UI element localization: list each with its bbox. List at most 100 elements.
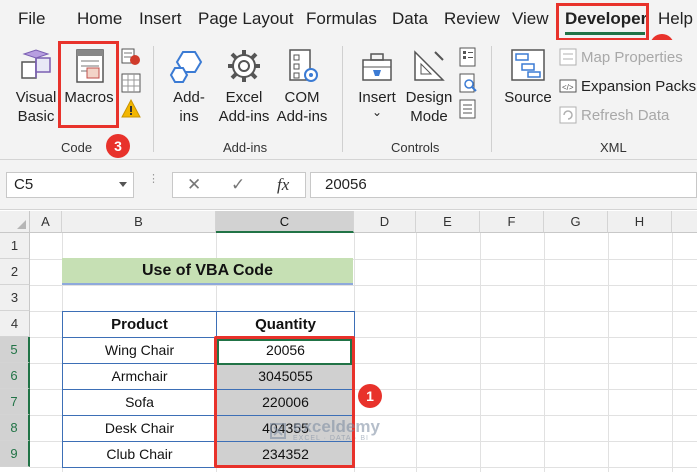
addins-button[interactable]: Add- ins (163, 46, 215, 126)
exceldemy-watermark: exceldemy EXCEL · DATA · BI (268, 417, 380, 442)
gridline (416, 233, 417, 472)
gridline (30, 285, 697, 286)
ribbon-separator (491, 46, 492, 152)
row-header-3[interactable]: 3 (0, 285, 30, 311)
row-header-6[interactable]: 6 (0, 363, 30, 389)
visual-basic-icon (21, 49, 51, 79)
visual-basic-label: Visual Basic (15, 89, 57, 125)
menu-view[interactable]: View (512, 9, 549, 29)
excel-addins-button[interactable]: Excel Add-ins (216, 46, 272, 126)
formula-value: 20056 (325, 176, 367, 193)
properties-icon[interactable] (458, 47, 478, 67)
source-label: Source (504, 89, 552, 106)
row-header-9[interactable]: 9 (0, 441, 30, 467)
watermark-tagline: EXCEL · DATA · BI (293, 435, 369, 442)
map-properties-icon (559, 48, 577, 66)
insert-dropdown-arrow: ⌄ (371, 105, 383, 119)
menu-insert[interactable]: Insert (139, 9, 182, 29)
menu-data[interactable]: Data (392, 9, 428, 29)
refresh-data-button[interactable]: Refresh Data (559, 106, 669, 124)
quantity-selection-highlight (214, 336, 355, 468)
name-box[interactable]: C5 (6, 172, 134, 198)
formula-buttons: ✕ ✓ fx (172, 172, 306, 198)
menu-file[interactable]: File (18, 9, 45, 29)
column-header-e[interactable]: E (416, 211, 480, 233)
step-badge-3: 3 (106, 134, 130, 158)
row-header-8[interactable]: 8 (0, 415, 30, 441)
column-header-f[interactable]: F (480, 211, 544, 233)
column-header-h[interactable]: H (608, 211, 672, 233)
menu-review[interactable]: Review (444, 9, 500, 29)
menu-home[interactable]: Home (77, 9, 122, 29)
ribbon-separator (342, 46, 343, 152)
com-addins-icon (289, 49, 318, 82)
macros-highlight-box (58, 41, 119, 128)
toolbox-icon (362, 53, 392, 81)
table-cell-product[interactable]: Armchair (62, 363, 217, 390)
xml-group-label: XML (600, 140, 627, 155)
cancel-icon[interactable]: ✕ (187, 175, 201, 195)
watermark-name: exceldemy (293, 417, 380, 436)
table-cell-product[interactable]: Wing Chair (62, 337, 217, 364)
design-mode-icon (414, 50, 445, 81)
com-addins-button[interactable]: COM Add-ins (273, 46, 331, 126)
visual-basic-button[interactable]: Visual Basic (10, 46, 62, 126)
select-all-button[interactable] (0, 211, 30, 233)
gear-icon (228, 50, 260, 82)
design-mode-button[interactable]: Design Mode (403, 46, 455, 126)
expansion-packs-button[interactable]: </> Expansion Packs (559, 77, 696, 95)
menu-help[interactable]: Help (658, 9, 693, 29)
expansion-packs-icon: </> (559, 79, 577, 93)
chevron-down-icon[interactable] (119, 182, 127, 187)
spreadsheet-grid[interactable]: A B C D E F G H 1 2 3 4 5 6 7 8 9 Use of… (0, 211, 697, 472)
sheet-title-cell[interactable]: Use of VBA Code (62, 258, 353, 285)
row-header-2[interactable]: 2 (0, 259, 30, 285)
com-addins-label: COM Add-ins (276, 89, 328, 125)
macro-security-icon[interactable] (121, 99, 141, 119)
enter-icon[interactable]: ✓ (231, 175, 245, 195)
table-cell-product[interactable]: Club Chair (62, 441, 217, 468)
record-macro-icon[interactable] (121, 47, 141, 67)
addins-label: Add- ins (173, 89, 205, 125)
insert-function-icon[interactable]: fx (277, 175, 289, 195)
column-header-partial[interactable] (672, 211, 697, 233)
table-cell-product[interactable]: Sofa (62, 389, 217, 416)
developer-highlight-box (556, 3, 649, 41)
column-header-g[interactable]: G (544, 211, 608, 233)
row-header-5[interactable]: 5 (0, 337, 30, 363)
table-cell-product[interactable]: Desk Chair (62, 415, 217, 442)
map-properties-button[interactable]: Map Properties (559, 48, 683, 66)
view-code-icon[interactable] (458, 73, 478, 93)
row-header-4[interactable]: 4 (0, 311, 30, 337)
gridline (544, 233, 545, 472)
ribbon-separator (153, 46, 154, 152)
row-header-1[interactable]: 1 (0, 233, 30, 259)
table-header-quantity[interactable]: Quantity (216, 311, 355, 338)
addins-icon (169, 51, 203, 83)
refresh-data-label: Refresh Data (581, 106, 670, 124)
source-button[interactable]: Source (501, 46, 555, 107)
gridline (608, 233, 609, 472)
step-badge-1: 1 (358, 384, 382, 408)
formula-bar-grip[interactable]: ⋮ (148, 174, 159, 193)
refresh-icon (559, 106, 577, 124)
exceldemy-logo-icon (270, 422, 286, 439)
row-header-7[interactable]: 7 (0, 389, 30, 415)
column-header-d[interactable]: D (354, 211, 416, 233)
map-properties-label: Map Properties (581, 48, 683, 66)
table-header-product[interactable]: Product (62, 311, 217, 338)
gridline (480, 233, 481, 472)
expansion-packs-label: Expansion Packs (581, 77, 697, 95)
formula-bar: C5 ⋮ ✕ ✓ fx 20056 (0, 160, 697, 210)
run-dialog-icon[interactable] (458, 99, 478, 119)
design-mode-label: Design Mode (405, 89, 453, 125)
column-header-b[interactable]: B (62, 211, 216, 233)
formula-input[interactable]: 20056 (310, 172, 697, 198)
menu-page-layout[interactable]: Page Layout (198, 9, 293, 29)
name-box-value: C5 (14, 176, 34, 193)
insert-controls-button[interactable]: Insert ⌄ (352, 46, 402, 119)
column-header-c[interactable]: C (216, 211, 354, 233)
menu-formulas[interactable]: Formulas (306, 9, 377, 29)
column-header-a[interactable]: A (30, 211, 62, 233)
relative-references-icon[interactable] (121, 73, 141, 93)
